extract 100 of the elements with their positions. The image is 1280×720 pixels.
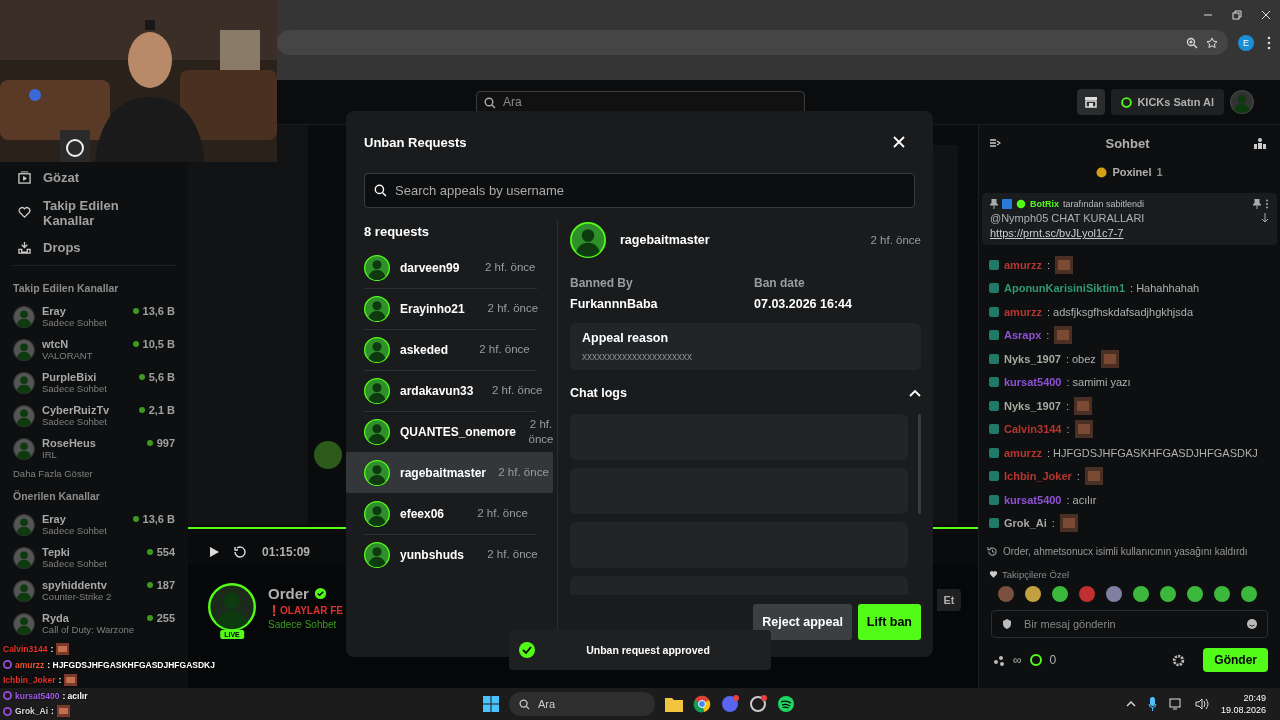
- channel-item[interactable]: CyberRuizTv Sadece Sohbet 2,1 B: [0, 399, 188, 432]
- volume-icon[interactable]: [1194, 698, 1209, 710]
- live-dot: [146, 549, 153, 555]
- request-item[interactable]: Erayinho21 2 hf. önce: [346, 288, 553, 329]
- emote-icon[interactable]: [1240, 585, 1258, 603]
- network-icon[interactable]: [1168, 698, 1183, 710]
- folder-icon[interactable]: [665, 696, 683, 712]
- check-icon: [519, 642, 535, 658]
- message-field[interactable]: Bir mesaj gönderin: [991, 610, 1268, 638]
- stream-category: Sadece Sohbet: [268, 619, 338, 630]
- skip-icon[interactable]: [234, 546, 248, 558]
- chat-username: Ichbin_Joker: [3, 675, 56, 686]
- buy-kicks-button[interactable]: KICKs Satın Al: [1111, 89, 1224, 115]
- game-app-icon[interactable]: [749, 695, 767, 713]
- music-app-icon[interactable]: [777, 695, 795, 713]
- detail-time: 2 hf. önce: [870, 234, 921, 246]
- verified-icon: [1016, 199, 1026, 209]
- emote-icon[interactable]: [1159, 585, 1177, 603]
- settings-icon[interactable]: [1172, 653, 1186, 667]
- chat-logs-title: Chat logs: [570, 386, 627, 400]
- play-icon[interactable]: [208, 546, 220, 558]
- viewer-count: 554: [156, 546, 175, 558]
- star-icon[interactable]: [1206, 36, 1218, 49]
- pinned-link[interactable]: https://prnt.sc/bvJLyol1c7-7: [990, 227, 1269, 239]
- chevron-up-icon[interactable]: [1125, 700, 1136, 708]
- search-field[interactable]: Ara: [509, 692, 655, 716]
- viewer-count: 5,6 B: [148, 371, 175, 383]
- user-avatar: [1230, 90, 1254, 114]
- nav-item[interactable]: Gözat: [0, 160, 188, 195]
- channel-avatar: [13, 513, 35, 536]
- channel-item[interactable]: Eray Sadece Sohbet 13,6 B: [0, 508, 188, 541]
- request-item[interactable]: ragebaitmaster 2 hf. önce: [346, 452, 553, 493]
- shield-icon: [1001, 618, 1013, 630]
- profile-button[interactable]: E: [1238, 34, 1254, 51]
- channel-item[interactable]: Eray Sadece Sohbet 13,6 B: [0, 300, 188, 333]
- collapse-icon[interactable]: [989, 137, 1001, 149]
- chat-username: Calvin3144: [1004, 423, 1062, 436]
- chat-app-icon[interactable]: [721, 695, 739, 713]
- search-field[interactable]: Ara: [476, 90, 805, 114]
- lift-ban-button[interactable]: Lift ban: [857, 604, 921, 640]
- toast-message: Unban request approved: [585, 644, 711, 656]
- chat-username: Asrapx: [1004, 329, 1042, 342]
- channel-item[interactable]: RoseHeus IRL 997: [0, 432, 188, 465]
- chat-username: kursat5400: [1004, 376, 1062, 389]
- windows-icon[interactable]: [483, 696, 499, 712]
- emote-icon[interactable]: [1213, 585, 1231, 603]
- send-button[interactable]: Gönder: [1203, 648, 1268, 672]
- emote-icon[interactable]: [1186, 585, 1204, 603]
- heart-icon: [18, 206, 31, 219]
- pin-icon[interactable]: [1253, 199, 1261, 209]
- points-count: 0: [1049, 653, 1057, 667]
- channel-item[interactable]: PurpleBixi Sadece Sohbet 5,6 B: [0, 366, 188, 399]
- streamer-name: Order: [268, 585, 309, 602]
- detail-username: ragebaitmaster: [620, 233, 710, 247]
- user-avatar: [364, 541, 390, 568]
- request-item[interactable]: yunbshuds 2 hf. önce: [346, 534, 553, 575]
- microphone-icon[interactable]: [1147, 697, 1157, 711]
- channel-item[interactable]: spyhiddentv Counter-Strike 2 187: [0, 574, 188, 607]
- smile-icon[interactable]: [1246, 618, 1258, 630]
- emote-icon[interactable]: [1024, 585, 1042, 603]
- request-item[interactable]: ardakavun33 2 hf. önce: [346, 370, 553, 411]
- pin-icon: [990, 199, 998, 209]
- channel-item[interactable]: Tepki Sadece Sohbet 554: [0, 541, 188, 574]
- users-icon[interactable]: [1254, 137, 1266, 149]
- live-dot: [132, 341, 139, 347]
- channel-category: VALORANT: [42, 350, 94, 361]
- reject-button[interactable]: Reject appeal: [753, 604, 852, 640]
- show-more-link[interactable]: Daha Fazla Göster: [0, 465, 188, 486]
- request-item[interactable]: efeex06 2 hf. önce: [346, 493, 553, 534]
- sub-badge-icon: [989, 494, 999, 505]
- reason-text: xxxxxxxxxxxxxxxxxxxxxx: [582, 351, 693, 362]
- channel-name: spyhiddentv: [42, 579, 108, 591]
- channel-item[interactable]: wtcN VALORANT 10,5 B: [0, 333, 188, 366]
- browser-icon[interactable]: [693, 695, 711, 713]
- arrow-down-icon[interactable]: [1261, 213, 1269, 223]
- sub-badge-icon: [989, 283, 999, 294]
- sub-badge-icon: [989, 330, 999, 341]
- chat-username: amurzz: [1004, 258, 1042, 271]
- viewer-count: 997: [156, 437, 175, 449]
- zoom-icon[interactable]: [1186, 36, 1198, 49]
- store-icon: [1084, 96, 1099, 108]
- chat-username: kursat5400: [1004, 493, 1062, 506]
- points-icon: [1029, 654, 1042, 666]
- request-item[interactable]: askeded 2 hf. önce: [346, 329, 553, 370]
- more-icon[interactable]: [1265, 199, 1269, 209]
- channel-item[interactable]: Ryda Call of Duty: Warzone 255: [0, 607, 188, 640]
- store-button[interactable]: [1077, 89, 1106, 115]
- emote-icon[interactable]: [1132, 585, 1150, 603]
- emote-icon[interactable]: [1051, 585, 1069, 603]
- follow-button[interactable]: Et: [937, 589, 961, 611]
- request-item[interactable]: QUANTES_onemore 2 hf. önce: [346, 411, 553, 452]
- nav-item[interactable]: Takip Edilen Kanallar: [0, 195, 188, 230]
- nav-item[interactable]: Drops: [0, 230, 188, 265]
- emote-icon[interactable]: [1105, 585, 1123, 603]
- viewer-count: 255: [156, 612, 175, 624]
- channel-avatar: [13, 612, 35, 635]
- search-field[interactable]: Search appeals by username: [364, 173, 915, 208]
- emote-icon[interactable]: [1078, 585, 1096, 603]
- request-item[interactable]: darveen99 2 hf. önce: [346, 247, 553, 288]
- viewer-count: 187: [156, 579, 175, 591]
